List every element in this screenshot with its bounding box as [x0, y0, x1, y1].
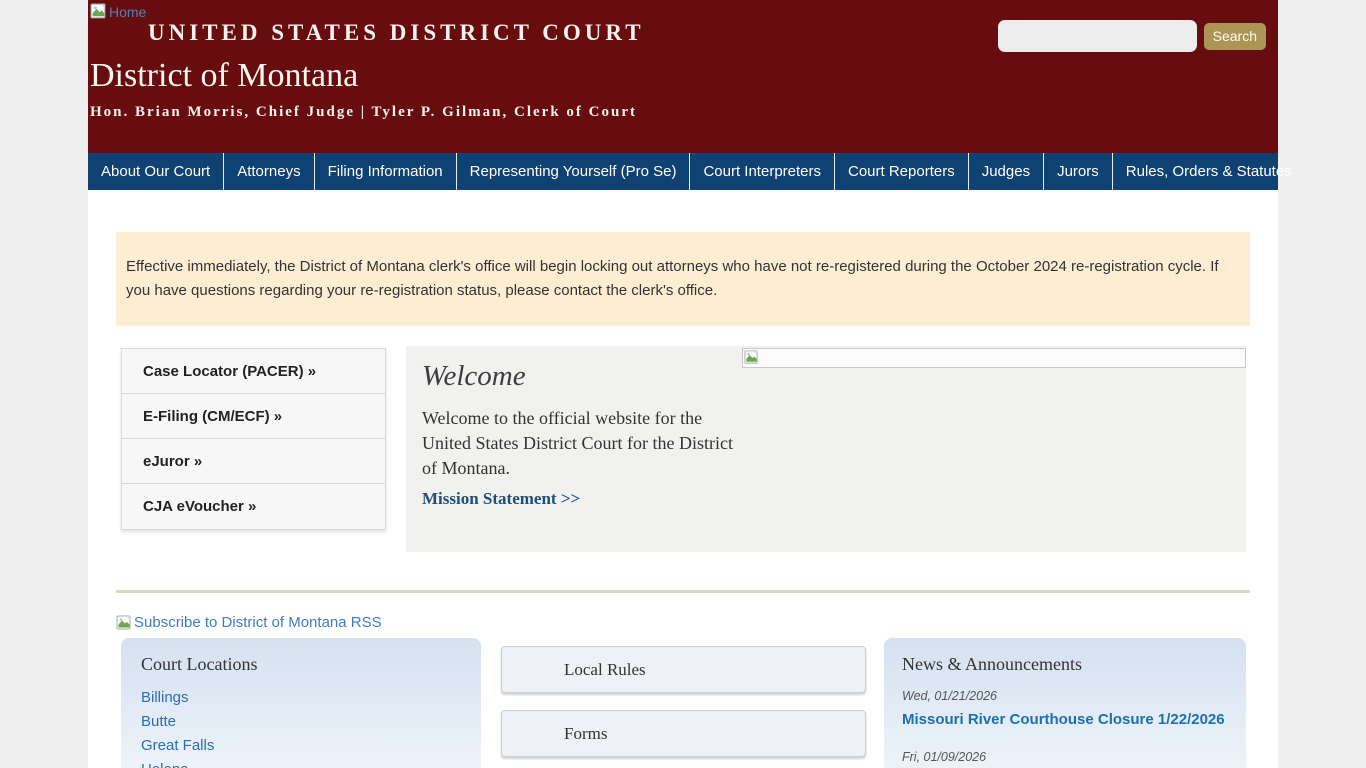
page: Home UNITED STATES DISTRICT COURT Distri… [0, 0, 1366, 768]
welcome-panel: Welcome Welcome to the official website … [406, 346, 1246, 552]
quick-link-efiling-cmecf[interactable]: E-Filing (CM/ECF) » [122, 394, 385, 439]
home-link-label: Home [109, 4, 146, 20]
news-announcements-panel: News & Announcements Wed, 01/21/2026 Mis… [884, 638, 1246, 768]
rss-subscribe-label: Subscribe to District of Montana RSS [134, 614, 382, 631]
location-link-helena[interactable]: Helena [141, 761, 461, 768]
site-title: UNITED STATES DISTRICT COURT [148, 20, 645, 46]
mission-statement-link[interactable]: Mission Statement >> [422, 489, 580, 509]
nav-item-court-interpreters[interactable]: Court Interpreters [690, 153, 835, 190]
horizontal-divider [116, 590, 1250, 593]
broken-image-icon [90, 3, 107, 20]
quick-links-menu: Case Locator (PACER) » E-Filing (CM/ECF)… [121, 348, 386, 530]
search-button[interactable]: Search [1204, 23, 1266, 50]
nav-item-filing-information[interactable]: Filing Information [315, 153, 457, 190]
banner-image-placeholder [742, 348, 1246, 368]
news-heading: News & Announcements [902, 654, 1226, 675]
rss-subscribe-link[interactable]: Subscribe to District of Montana RSS [116, 614, 382, 631]
location-link-billings[interactable]: Billings [141, 689, 461, 706]
notice-text: Effective immediately, the District of M… [126, 258, 1219, 299]
district-title: District of Montana [90, 57, 358, 95]
local-rules-button[interactable]: Local Rules [501, 646, 866, 693]
news-item-date: Wed, 01/21/2026 [902, 689, 1226, 703]
content-container: Home UNITED STATES DISTRICT COURT Distri… [88, 0, 1278, 768]
forms-button[interactable]: Forms [501, 710, 866, 757]
search-input[interactable] [998, 20, 1197, 52]
quick-link-ejuror[interactable]: eJuror » [122, 439, 385, 484]
nav-item-representing-yourself[interactable]: Representing Yourself (Pro Se) [457, 153, 691, 190]
news-item-link-missouri-river-closure[interactable]: Missouri River Courthouse Closure 1/22/2… [902, 711, 1226, 728]
quick-link-case-locator-pacer[interactable]: Case Locator (PACER) » [122, 349, 385, 394]
resource-buttons-column: Local Rules Forms [501, 646, 866, 768]
welcome-heading: Welcome [422, 360, 526, 393]
nav-item-jurors[interactable]: Jurors [1044, 153, 1113, 190]
broken-image-icon [116, 615, 132, 631]
home-link[interactable]: Home [90, 3, 146, 20]
search-area: Search [998, 20, 1266, 52]
location-link-butte[interactable]: Butte [141, 713, 461, 730]
location-link-great-falls[interactable]: Great Falls [141, 737, 461, 754]
nav-item-attorneys[interactable]: Attorneys [224, 153, 314, 190]
officials-line: Hon. Brian Morris, Chief Judge | Tyler P… [90, 104, 637, 121]
broken-image-icon [744, 350, 759, 365]
nav-item-about-our-court[interactable]: About Our Court [88, 153, 224, 190]
site-header: Home UNITED STATES DISTRICT COURT Distri… [88, 0, 1278, 153]
welcome-body-text: Welcome to the official website for the … [422, 406, 752, 481]
news-item-date: Fri, 01/09/2026 [902, 750, 1226, 764]
nav-item-rules-orders-statutes[interactable]: Rules, Orders & Statutes [1113, 153, 1305, 190]
nav-item-judges[interactable]: Judges [969, 153, 1044, 190]
nav-item-court-reporters[interactable]: Court Reporters [835, 153, 969, 190]
court-locations-heading: Court Locations [141, 654, 461, 675]
main-navigation: About Our Court Attorneys Filing Informa… [88, 153, 1278, 190]
quick-link-cja-evoucher[interactable]: CJA eVoucher » [122, 484, 385, 529]
court-locations-panel: Court Locations Billings Butte Great Fal… [121, 638, 481, 768]
notice-banner: Effective immediately, the District of M… [116, 232, 1250, 326]
